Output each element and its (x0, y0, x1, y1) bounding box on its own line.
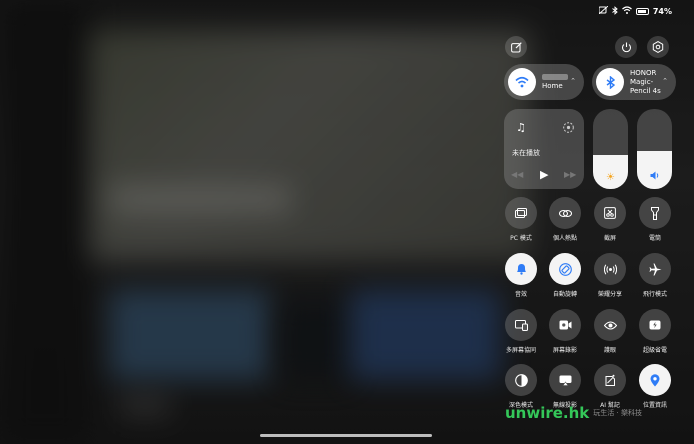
wifi-label: Home (542, 81, 563, 90)
volume-fill (637, 150, 672, 189)
screenshot-icon[interactable] (594, 197, 626, 229)
quick-toggle-screenshot[interactable]: 截屏 (588, 197, 632, 242)
media-player-card[interactable]: ♫ 未在播放 ◀◀ ▶ ▶▶ (504, 109, 584, 189)
quick-toggle-ai-note[interactable]: AI 幫記 (588, 364, 632, 409)
screen-record-icon[interactable] (549, 309, 581, 341)
quick-toggle-label: 音效 (514, 291, 527, 298)
dark-mode-icon[interactable] (505, 364, 537, 396)
previous-icon[interactable]: ◀◀ (511, 170, 523, 179)
wifi-toggle[interactable]: Home ⌃ (504, 64, 584, 100)
wifi-ssid-redacted (542, 73, 568, 80)
edit-button[interactable] (505, 36, 527, 58)
bluetooth-icon (612, 5, 618, 17)
wifi-icon (508, 68, 536, 96)
quick-toggle-multi-screen[interactable]: 多屏幕協同 (499, 309, 543, 354)
brightness-slider[interactable]: ☀ (593, 109, 628, 189)
power-button[interactable] (615, 36, 637, 58)
quick-toggle-location[interactable]: 位置資訊 (633, 364, 677, 409)
ai-note-icon[interactable] (594, 364, 626, 396)
quick-toggle-label: PC 模式 (510, 235, 532, 242)
multi-screen-icon[interactable] (505, 309, 537, 341)
chevron-updown-icon[interactable]: ⌃ (662, 77, 668, 85)
location-icon[interactable] (639, 364, 671, 396)
output-device-icon[interactable] (563, 118, 574, 137)
bluetooth-icon (596, 68, 624, 96)
bluetooth-device-line1: HONOR (630, 68, 657, 77)
quick-toggle-label: 屏幕錄影 (552, 347, 577, 354)
sun-icon: ☀ (606, 172, 615, 183)
bell-icon[interactable] (505, 253, 537, 285)
quick-toggle-pc-mode[interactable]: PC 模式 (499, 197, 543, 242)
power-saving-icon[interactable] (639, 309, 671, 341)
music-note-icon: ♫ (516, 121, 526, 134)
quick-toggle-share[interactable]: 榮耀分享 (588, 253, 632, 298)
quick-toggle-screen-record[interactable]: 屏幕錄影 (543, 309, 587, 354)
hotspot-icon[interactable] (549, 197, 581, 229)
pc-mode-icon[interactable] (505, 197, 537, 229)
airplane-icon[interactable] (639, 253, 671, 285)
quick-toggle-flashlight[interactable]: 電筒 (633, 197, 677, 242)
bluetooth-device-line2: Magic- (630, 77, 654, 86)
quick-toggle-label: 飛行模式 (642, 291, 667, 298)
settings-button[interactable] (647, 36, 669, 58)
status-bar: 74% (598, 5, 672, 17)
settings-icon (652, 38, 664, 57)
power-icon (621, 38, 632, 57)
bluetooth-toggle[interactable]: HONOR Magic- Pencil 4s ⌃ (592, 64, 676, 100)
next-icon[interactable]: ▶▶ (564, 170, 576, 179)
quick-toggle-dark-mode[interactable]: 深色模式 (499, 364, 543, 409)
quick-toggle-hotspot[interactable]: 個人熱點 (543, 197, 587, 242)
watermark-tagline: 玩生活 · 樂科技 (593, 409, 642, 417)
wifi-icon (621, 6, 632, 16)
bluetooth-device-line3: Pencil 4s (630, 86, 661, 95)
home-indicator[interactable] (260, 434, 432, 437)
media-status: 未在播放 (512, 149, 540, 157)
quick-toggle-label: 截屏 (603, 235, 616, 242)
volume-slider[interactable] (637, 109, 672, 189)
quick-toggle-label: 護眼 (603, 347, 616, 354)
watermark: unwire.hk 玩生活 · 樂科技 (505, 404, 642, 422)
quick-toggle-cast[interactable]: 無線投影 (543, 364, 587, 409)
quick-toggle-label: 自動旋轉 (552, 291, 577, 298)
quick-toggle-power-saving[interactable]: 超級省電 (633, 309, 677, 354)
eye-icon[interactable] (594, 309, 626, 341)
play-icon[interactable]: ▶ (540, 168, 548, 181)
battery-icon (635, 7, 649, 15)
edit-icon (510, 38, 522, 57)
quick-toggle-bell[interactable]: 音效 (499, 253, 543, 298)
quick-toggle-label: 榮耀分享 (597, 291, 622, 298)
share-icon[interactable] (594, 253, 626, 285)
quick-toggle-airplane[interactable]: 飛行模式 (633, 253, 677, 298)
flashlight-icon[interactable] (639, 197, 671, 229)
mute-icon (598, 5, 609, 16)
cast-icon[interactable] (549, 364, 581, 396)
quick-toggle-eye[interactable]: 護眼 (588, 309, 632, 354)
quick-toggle-label: 超級省電 (642, 347, 667, 354)
quick-toggle-label: 個人熱點 (552, 235, 577, 242)
speaker-icon (637, 171, 672, 183)
quick-toggle-label: 多屏幕協同 (505, 347, 536, 354)
chevron-updown-icon[interactable]: ⌃ (570, 77, 576, 85)
battery-percent: 74% (652, 6, 672, 16)
auto-rotate-icon[interactable] (549, 253, 581, 285)
quick-toggle-label: 電筒 (648, 235, 661, 242)
quick-toggle-auto-rotate[interactable]: 自動旋轉 (543, 253, 587, 298)
watermark-logo: unwire.hk (505, 404, 590, 422)
